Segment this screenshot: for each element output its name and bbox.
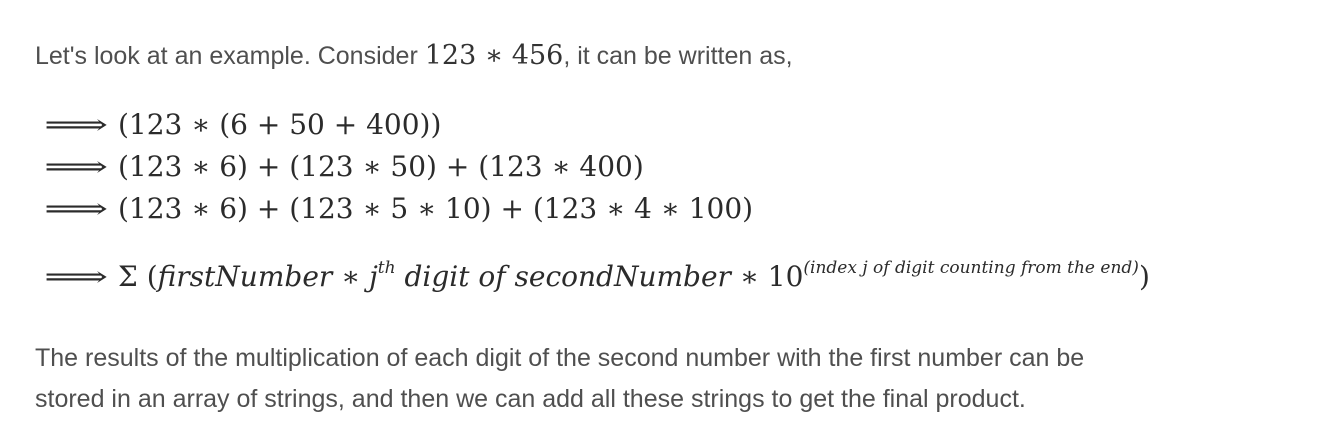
intro-text-after: , it can be written as, — [563, 42, 793, 70]
digit-of-second-number: digit of secondNumber — [395, 260, 731, 293]
th-superscript: th — [377, 258, 396, 278]
equation-line-4: ⟹ Σ (firstNumber ∗ jth digit of secondNum… — [44, 258, 1150, 293]
closing-paren: ) — [1138, 260, 1150, 293]
summation-expression: Σ (firstNumber ∗ jth digit of secondNumb… — [118, 258, 1150, 293]
intro-math: 123 ∗ 456 — [424, 40, 564, 71]
results-line-1: The results of the multiplication of eac… — [35, 344, 1085, 372]
equation-line-3-expr: (123 ∗ 6) + (123 ∗ 5 ∗ 10) + (123 ∗ 4 ∗ … — [118, 192, 754, 225]
equation-line-1-expr: (123 ∗ (6 + 50 + 400)) — [118, 108, 442, 141]
first-number-term: firstNumber ∗ j — [157, 260, 378, 293]
exponent-text: (index j of digit counting from the end) — [803, 258, 1139, 278]
implies-arrow: ⟹ — [44, 108, 108, 141]
implies-arrow: ⟹ — [44, 260, 108, 293]
equation-line-2-expr: (123 ∗ 6) + (123 ∗ 50) + (123 ∗ 400) — [118, 150, 644, 183]
results-paragraph: The results of the multiplication of eac… — [35, 338, 1084, 420]
implies-arrow: ⟹ — [44, 192, 108, 225]
implies-arrow: ⟹ — [44, 150, 108, 183]
intro-text-before: Let's look at an example. Consider — [35, 42, 425, 70]
equation-line-2: ⟹ (123 ∗ 6) + (123 ∗ 50) + (123 ∗ 400) — [44, 150, 644, 183]
results-line-2: stored in an array of strings, and then … — [35, 385, 1026, 413]
times-ten: ∗ 10 — [730, 260, 804, 293]
equation-line-1: ⟹ (123 ∗ (6 + 50 + 400)) — [44, 108, 441, 141]
intro-paragraph: Let's look at an example. Consider 123 ∗… — [35, 40, 793, 71]
equation-line-3: ⟹ (123 ∗ 6) + (123 ∗ 5 ∗ 10) + (123 ∗ 4 ∗… — [44, 192, 753, 225]
